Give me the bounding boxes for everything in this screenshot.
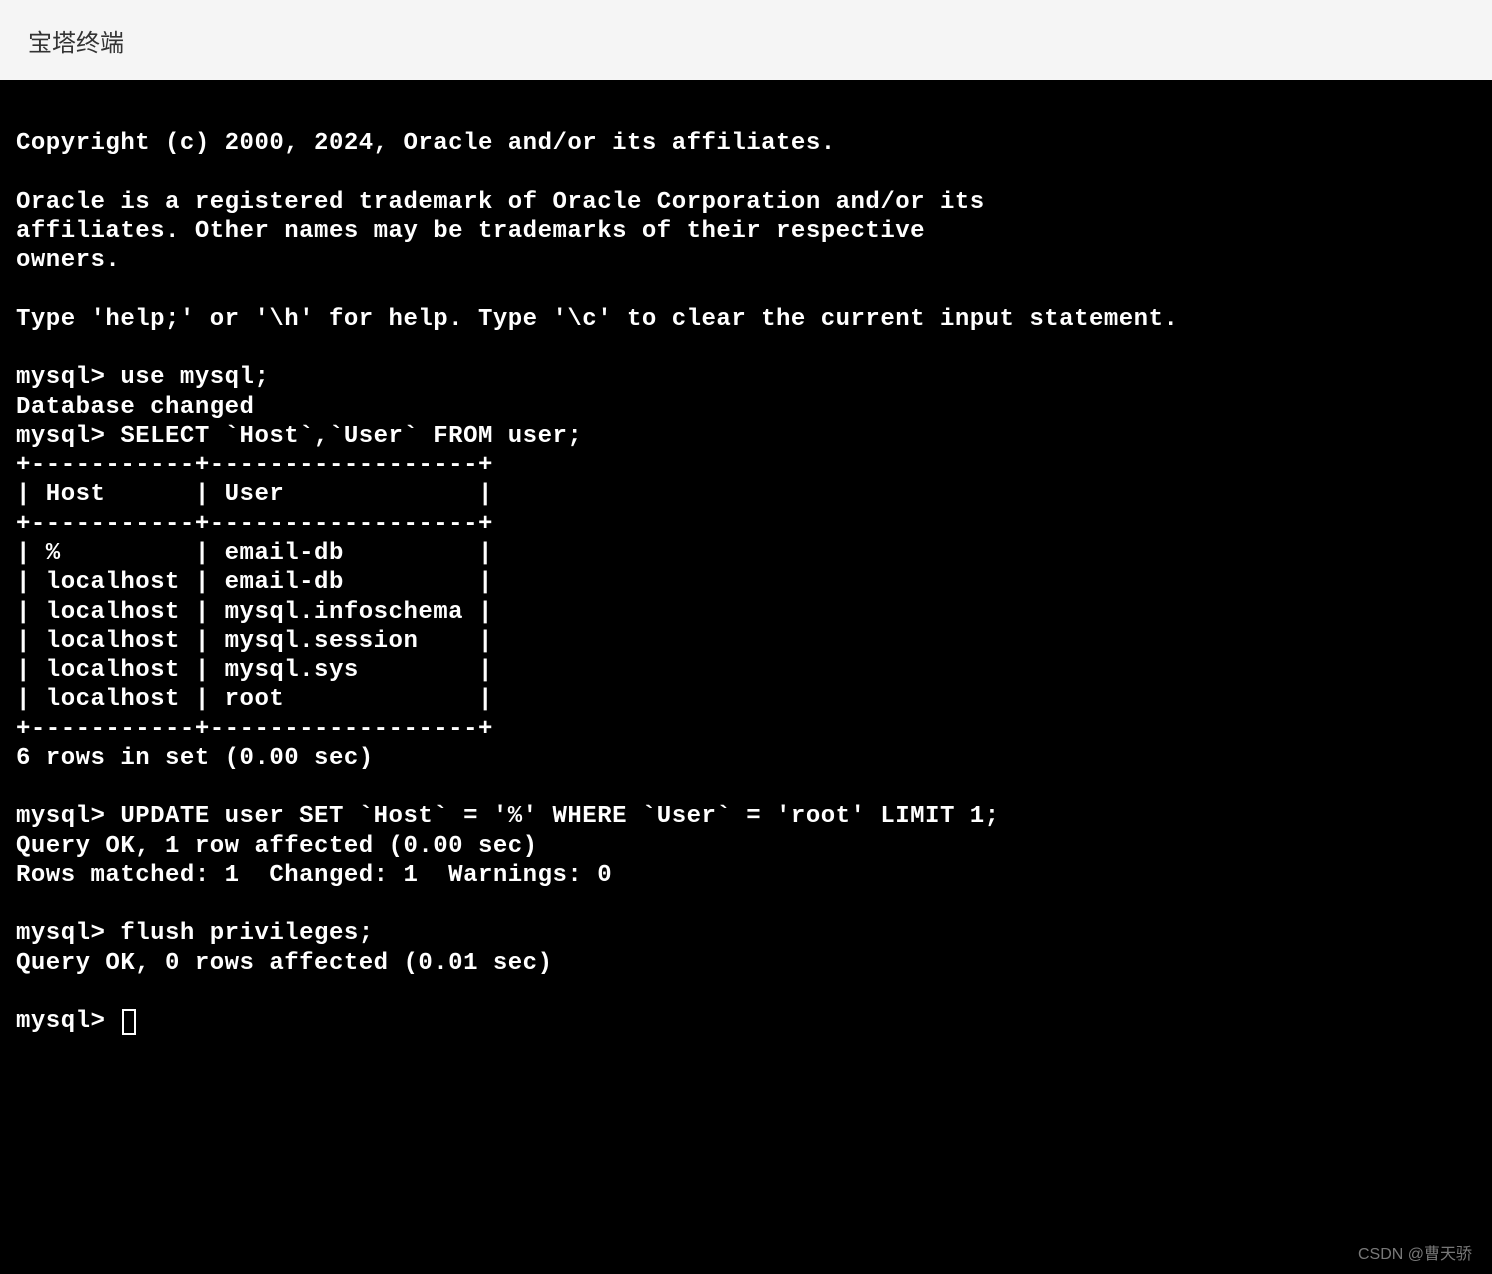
terminal-header: 宝塔终端	[0, 0, 1492, 80]
terminal-body[interactable]: Copyright (c) 2000, 2024, Oracle and/or …	[0, 80, 1492, 1057]
terminal-cursor	[122, 1009, 136, 1035]
watermark: CSDN @曹天骄	[1358, 1240, 1472, 1264]
terminal-title: 宝塔终端	[28, 23, 124, 58]
terminal-output: Copyright (c) 2000, 2024, Oracle and/or …	[16, 130, 1178, 1035]
